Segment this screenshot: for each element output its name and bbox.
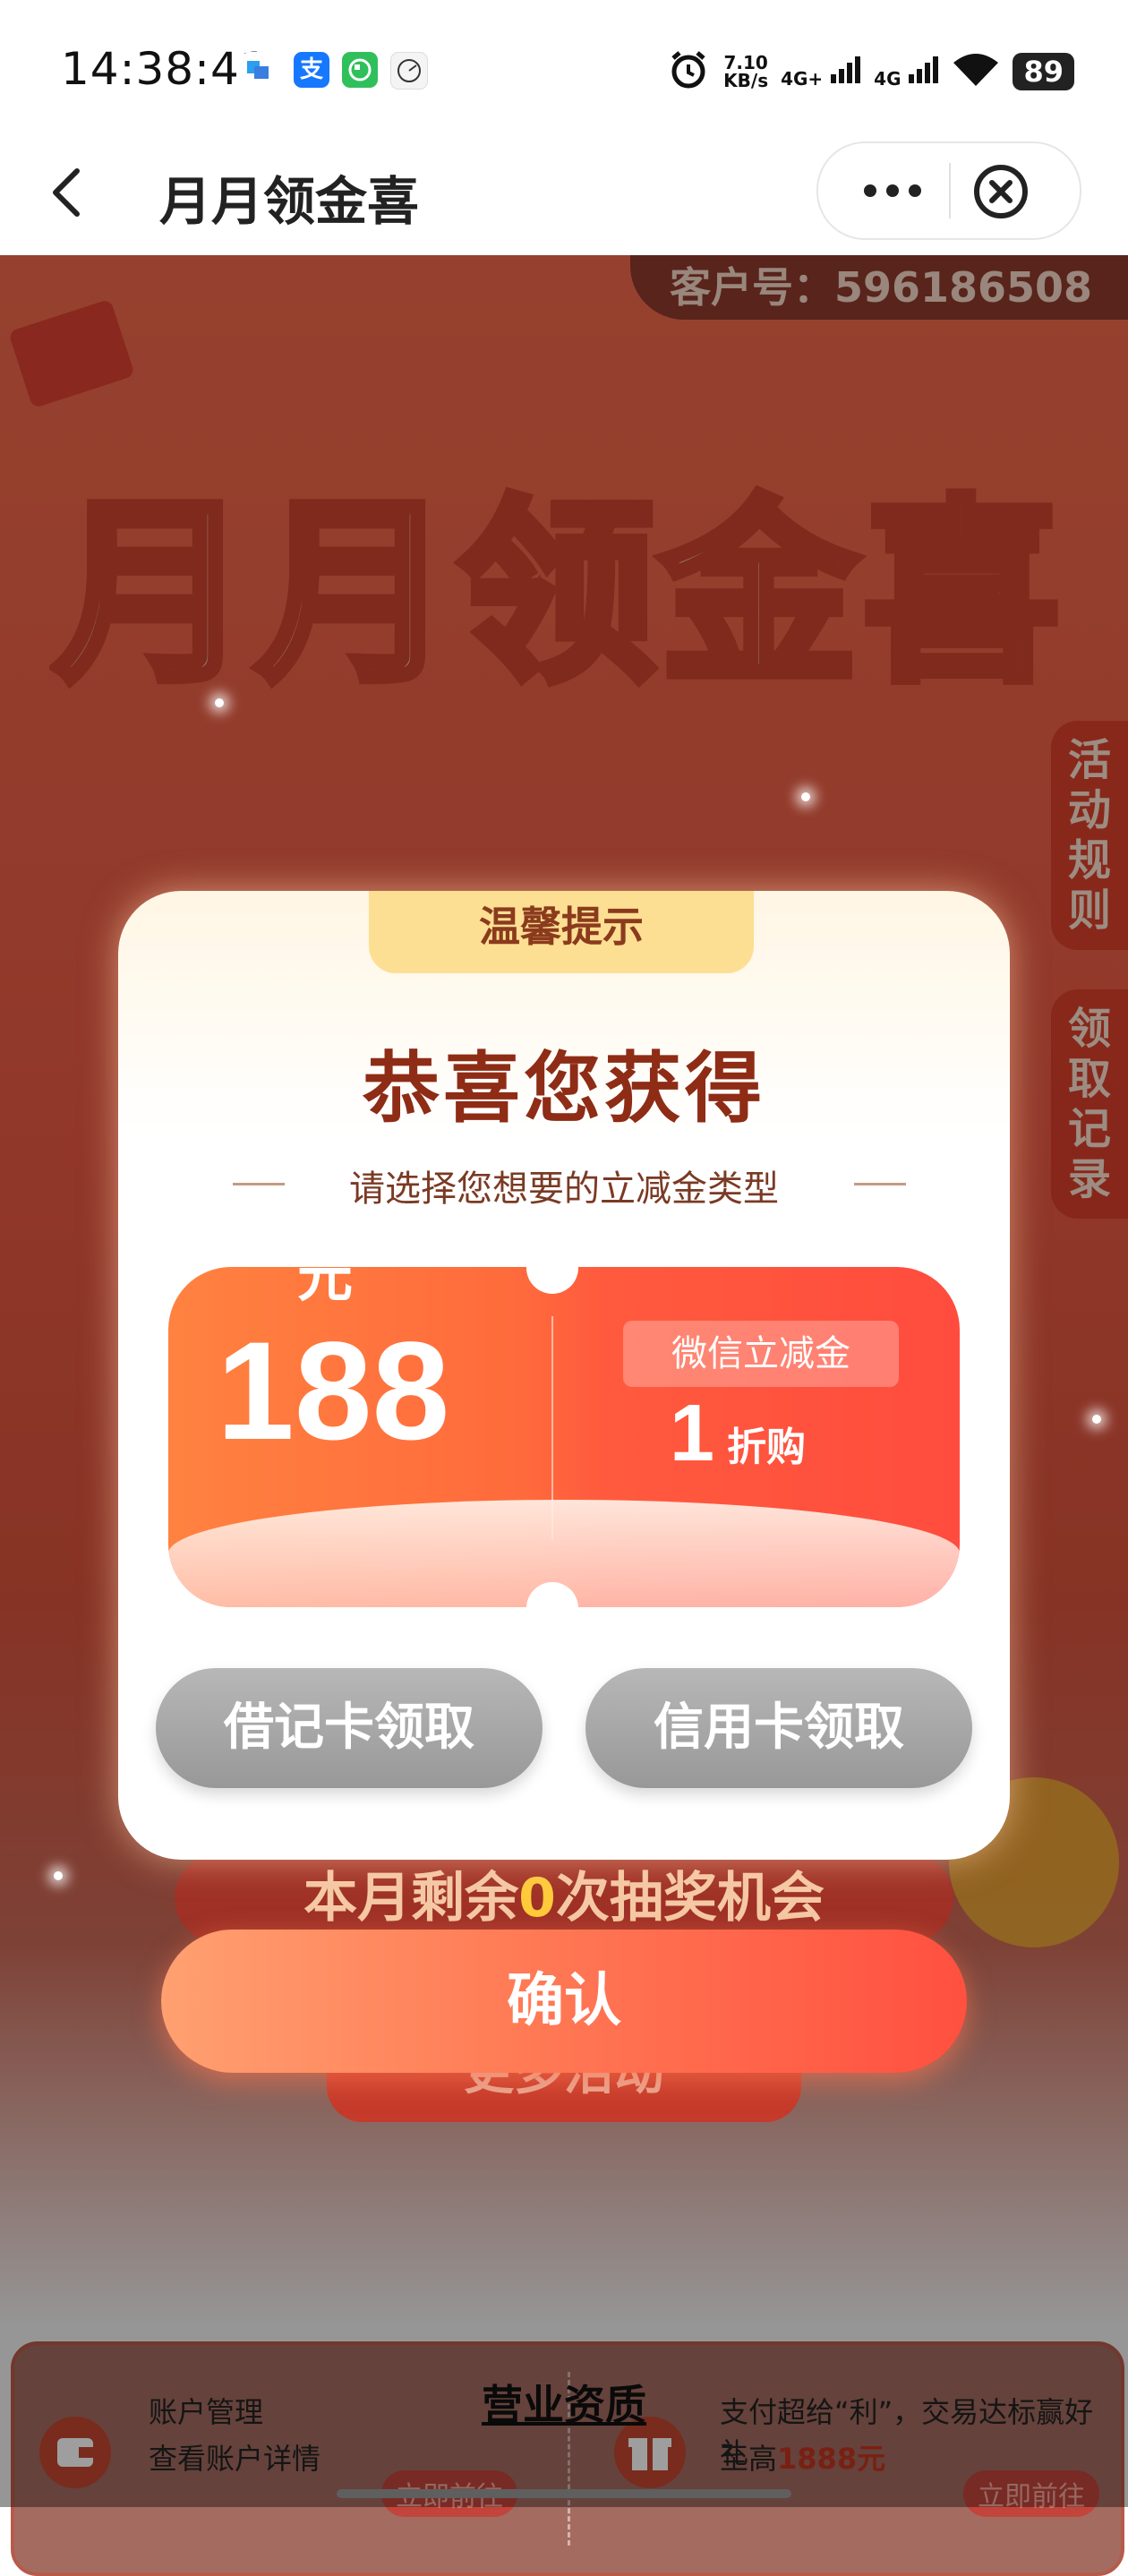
coupon-card: 188 微信立减金 1 折购 — [168, 1267, 960, 1607]
battery-indicator: 89 — [1013, 53, 1074, 90]
close-circle-icon[interactable] — [970, 161, 1031, 226]
sparkle-decoration — [1092, 1415, 1101, 1424]
status-bar: 14:38:41 支 7.10 KB/s 4G+ 4G 89 — [0, 0, 1128, 134]
coupon-type-badge: 微信立减金 — [623, 1321, 899, 1387]
dialog-title: 恭喜您获得 — [363, 1044, 765, 1134]
status-time: 14:38:41 — [61, 43, 269, 95]
divider-line — [854, 1183, 906, 1185]
confirm-button[interactable]: 确认 — [161, 1930, 967, 2073]
wifi-icon — [952, 52, 1000, 91]
sparkle-decoration — [801, 792, 810, 801]
dialog-header: 温馨提示 — [369, 891, 754, 973]
coupon-unit: 元 — [297, 1244, 354, 1309]
back-arrow-icon[interactable] — [45, 157, 90, 228]
sparkle-decoration — [54, 1871, 63, 1880]
nav-bar: 月月领金喜 — [0, 134, 1128, 255]
sparkle-decoration — [215, 698, 224, 707]
debit-card-claim-button[interactable]: 借记卡领取 — [156, 1668, 543, 1788]
page-title: 月月领金喜 — [159, 171, 420, 232]
status-right: 7.10 KB/s 4G+ 4G 89 — [666, 45, 1074, 98]
alarm-icon — [666, 47, 711, 96]
credit-card-claim-button[interactable]: 信用卡领取 — [585, 1668, 972, 1788]
dialog-subtitle: 请选择您想要的立减金类型 — [349, 1168, 779, 1210]
signal-4g: 4G — [874, 55, 939, 90]
congrats-dialog: 温馨提示 恭喜您获得 请选择您想要的立减金类型 188 微信立减金 1 折购 元 … — [118, 891, 1010, 1860]
phone-app-icon — [342, 52, 378, 88]
alipay-icon: 支 — [294, 52, 329, 88]
more-dots-icon[interactable] — [861, 177, 924, 208]
app-notification-icon — [242, 52, 278, 88]
net-speed: 7.10 KB/s — [723, 52, 769, 91]
clock-app-icon — [390, 52, 428, 90]
coupon-discount: 1 折购 — [670, 1389, 807, 1478]
coupon-amount: 188 — [217, 1314, 450, 1469]
mini-program-capsule — [816, 141, 1081, 240]
signal-4g-plus: 4G+ — [781, 55, 861, 90]
